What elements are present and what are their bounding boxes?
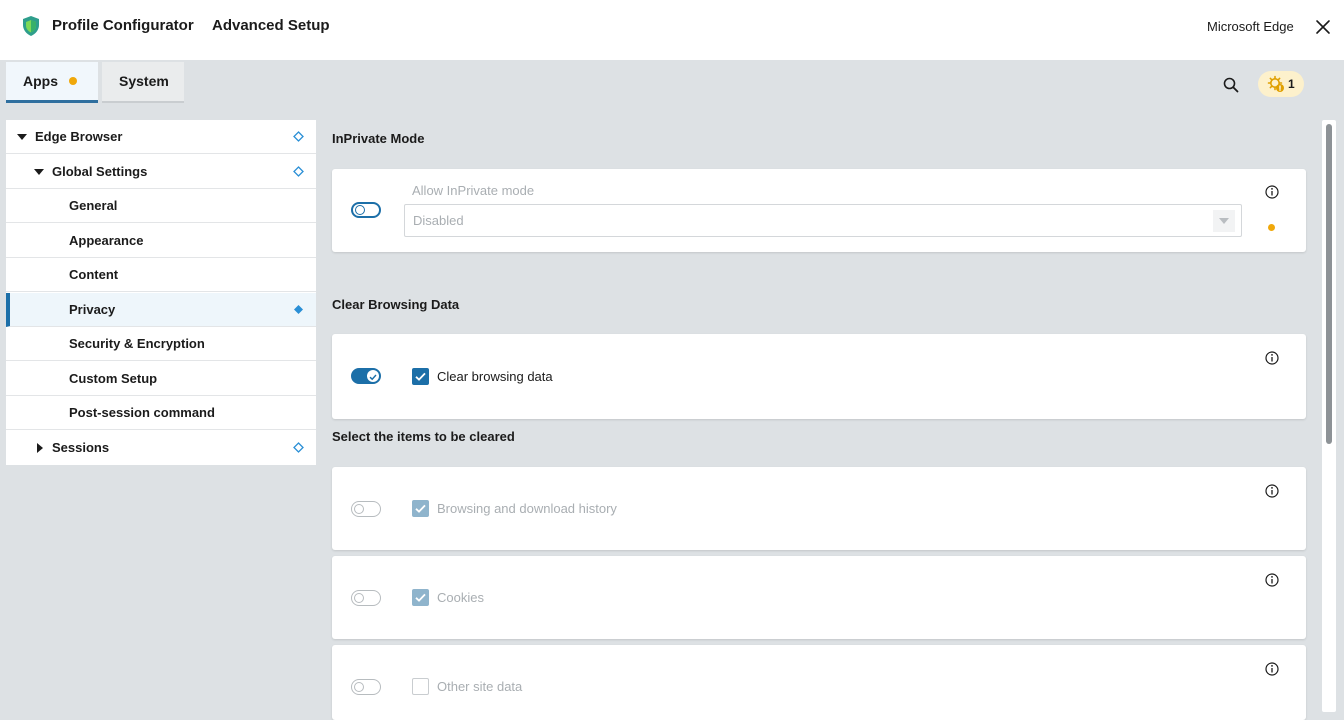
tree-item-privacy[interactable]: Privacy bbox=[6, 292, 316, 327]
title-bar: Profile Configurator Advanced Setup Micr… bbox=[0, 0, 1344, 60]
chevron-down-icon[interactable] bbox=[1213, 210, 1235, 232]
info-icon[interactable] bbox=[1265, 351, 1279, 365]
tree-item-label: Global Settings bbox=[52, 163, 148, 179]
close-icon[interactable] bbox=[1313, 17, 1333, 37]
modified-diamond-filled-icon bbox=[294, 304, 303, 314]
clear-browsing-data-label: Clear browsing data bbox=[437, 369, 553, 384]
tab-system[interactable]: System bbox=[102, 62, 184, 103]
check-icon bbox=[415, 504, 426, 513]
check-icon bbox=[369, 374, 377, 380]
tree-item-general[interactable]: General bbox=[6, 189, 316, 223]
modified-diamond-icon bbox=[293, 165, 304, 177]
settings-tree: Edge Browser Global Settings General App… bbox=[6, 120, 316, 465]
section-title-items-to-clear: Select the items to be cleared bbox=[332, 429, 515, 444]
gear-alert-icon bbox=[1267, 75, 1284, 92]
cookies-checkbox[interactable] bbox=[412, 589, 429, 606]
setting-card-clear-browsing-data: Clear browsing data bbox=[332, 334, 1306, 419]
cookies-label: Cookies bbox=[437, 590, 484, 605]
tree-item-label: Content bbox=[69, 267, 119, 282]
section-title-inprivate: InPrivate Mode bbox=[332, 131, 425, 146]
info-icon[interactable] bbox=[1265, 185, 1279, 199]
browsing-history-checkbox[interactable] bbox=[412, 500, 429, 517]
inprivate-field-label: Allow InPrivate mode bbox=[412, 183, 535, 198]
scrollbar-thumb[interactable] bbox=[1326, 124, 1332, 444]
section-title-clear-browsing-data: Clear Browsing Data bbox=[332, 297, 460, 312]
setting-card-browsing-history: Browsing and download history bbox=[332, 467, 1306, 550]
browsing-history-label: Browsing and download history bbox=[437, 501, 617, 516]
modified-status-dot bbox=[1268, 224, 1275, 231]
caret-down-icon[interactable] bbox=[34, 167, 44, 177]
tree-item-post-session-command[interactable]: Post-session command bbox=[6, 396, 316, 430]
tree-item-label: General bbox=[69, 198, 118, 213]
settings-content: InPrivate Mode Allow InPrivate mode Disa… bbox=[316, 103, 1344, 720]
toggle-knob bbox=[355, 205, 365, 215]
inprivate-mode-select[interactable]: Disabled bbox=[404, 204, 1242, 237]
notification-count: 1 bbox=[1288, 77, 1295, 91]
info-icon[interactable] bbox=[1265, 662, 1279, 676]
tree-item-label: Edge Browser bbox=[35, 129, 123, 144]
tree-item-label: Sessions bbox=[52, 439, 110, 455]
inprivate-toggle[interactable] bbox=[351, 202, 381, 218]
toggle-knob bbox=[367, 369, 379, 382]
setting-card-cookies: Cookies bbox=[332, 556, 1306, 639]
setting-card-other-site-data: Other site data bbox=[332, 645, 1306, 720]
tab-system-label: System bbox=[119, 73, 169, 89]
browsing-history-toggle[interactable] bbox=[351, 501, 381, 517]
tree-item-sessions[interactable]: Sessions bbox=[6, 431, 316, 465]
tab-modified-indicator bbox=[69, 77, 77, 85]
tree-item-appearance[interactable]: Appearance bbox=[6, 224, 316, 258]
tree-item-label: Security & Encryption bbox=[69, 336, 205, 351]
modified-diamond-icon bbox=[293, 441, 304, 453]
target-app-label: Microsoft Edge bbox=[1207, 19, 1294, 34]
tree-item-label: Post-session command bbox=[69, 405, 215, 420]
check-icon bbox=[415, 372, 426, 381]
tree-item-edge-browser[interactable]: Edge Browser bbox=[6, 120, 316, 154]
tree-item-security-encryption[interactable]: Security & Encryption bbox=[6, 327, 316, 361]
notification-badge[interactable]: 1 bbox=[1258, 71, 1304, 97]
toggle-knob bbox=[354, 681, 364, 692]
setting-card-inprivate: Allow InPrivate mode Disabled bbox=[332, 169, 1306, 252]
info-icon[interactable] bbox=[1265, 573, 1279, 587]
tree-item-content[interactable]: Content bbox=[6, 258, 316, 292]
tree-item-global-settings[interactable]: Global Settings bbox=[6, 155, 316, 189]
tree-item-label: Privacy bbox=[69, 301, 116, 317]
page-subtitle: Advanced Setup bbox=[212, 17, 330, 34]
caret-down-icon[interactable] bbox=[17, 132, 27, 142]
caret-right-icon[interactable] bbox=[35, 442, 45, 453]
clear-browsing-data-checkbox[interactable] bbox=[412, 368, 429, 385]
toggle-knob bbox=[354, 592, 364, 603]
other-site-data-label: Other site data bbox=[437, 679, 523, 694]
info-icon[interactable] bbox=[1265, 484, 1279, 498]
app-name: Profile Configurator bbox=[52, 17, 194, 34]
shield-icon bbox=[23, 16, 39, 36]
tree-item-custom-setup[interactable]: Custom Setup bbox=[6, 362, 316, 396]
tree-item-label: Appearance bbox=[69, 232, 144, 248]
content-scrollbar[interactable] bbox=[1322, 120, 1336, 712]
select-value: Disabled bbox=[413, 213, 464, 228]
toggle-knob bbox=[354, 503, 364, 514]
tree-item-label: Custom Setup bbox=[69, 370, 158, 386]
other-site-data-toggle[interactable] bbox=[351, 679, 381, 695]
tab-apps-label: Apps bbox=[23, 73, 58, 89]
check-icon bbox=[415, 593, 426, 602]
modified-diamond-icon bbox=[293, 131, 304, 142]
cookies-toggle[interactable] bbox=[351, 590, 381, 606]
search-icon[interactable] bbox=[1222, 76, 1240, 94]
clear-browsing-data-toggle[interactable] bbox=[351, 368, 381, 384]
tab-apps[interactable]: Apps bbox=[6, 62, 98, 103]
other-site-data-checkbox[interactable] bbox=[412, 678, 429, 695]
